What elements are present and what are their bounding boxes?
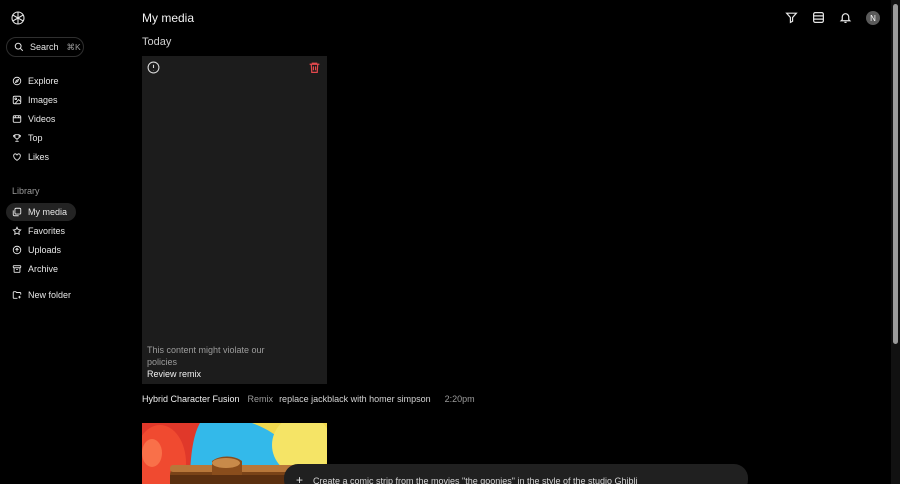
compass-icon [12,76,22,86]
search-label: Search [30,42,59,52]
new-folder-button[interactable]: New folder [6,286,86,304]
search-button[interactable]: Search ⌘K [6,37,84,57]
scrollbar-thumb[interactable] [893,4,898,344]
trophy-icon [13,134,21,142]
image-icon [12,95,22,105]
star-icon [12,226,22,236]
sidebar: Search ⌘K Explore Images Videos Top Like… [0,0,120,484]
nav-item-label: Images [28,95,58,105]
nav-item-label: Top [28,133,43,143]
media-icon [12,207,22,217]
avatar[interactable]: N [866,11,880,25]
nav-item-label: Videos [28,114,56,124]
layout-icon[interactable] [812,11,825,24]
library-section-label: Library [12,186,40,196]
review-remix-link[interactable]: Review remix [147,369,201,379]
composer-text[interactable]: Create a comic strip from the movies "th… [313,476,638,484]
alert-icon [147,61,160,74]
media-prompt: replace jackblack with homer simpson [279,394,431,404]
bell-icon[interactable] [839,11,852,24]
filter-icon[interactable] [785,11,798,24]
nav-item-uploads[interactable]: Uploads [6,241,76,259]
nav-item-label: New folder [28,290,72,300]
plus-icon[interactable]: + [296,474,303,484]
archive-icon [12,265,22,273]
nav-item-archive[interactable]: Archive [6,260,76,278]
nav-item-label: Favorites [28,226,66,236]
policy-warning: This content might violate our policies [147,345,265,367]
search-shortcut: ⌘K [66,41,81,52]
nav-item-explore[interactable]: Explore [6,72,76,90]
folder-plus-icon [12,291,22,299]
search-icon [14,42,24,52]
upload-icon [12,245,22,255]
media-card[interactable]: This content might violate our policies … [142,56,327,384]
nav-item-label: Likes [28,152,50,162]
media-meta: Hybrid Character Fusion Remix replace ja… [142,394,475,404]
video-icon [12,115,22,123]
trash-icon[interactable] [308,61,321,74]
nav-item-favorites[interactable]: Favorites [6,222,76,240]
section-today: Today [142,36,172,48]
page-title: My media [142,11,195,25]
nav-item-label: Archive [28,264,59,274]
nav-item-videos[interactable]: Videos [6,110,76,128]
prompt-composer[interactable]: + Create a comic strip from the movies "… [284,464,748,484]
heart-icon [13,153,21,161]
nav-item-images[interactable]: Images [6,91,76,109]
nav-item-label: Uploads [28,245,62,255]
nav-item-my-media[interactable]: My media [6,203,76,221]
nav-item-label: Explore [28,76,59,86]
nav-item-label: My media [28,207,68,217]
media-title[interactable]: Hybrid Character Fusion [142,394,240,404]
nav-item-likes[interactable]: Likes [6,148,76,166]
remix-tag: Remix [247,394,274,404]
nav-item-top[interactable]: Top [6,129,76,147]
media-timestamp: 2:20pm [444,394,475,404]
